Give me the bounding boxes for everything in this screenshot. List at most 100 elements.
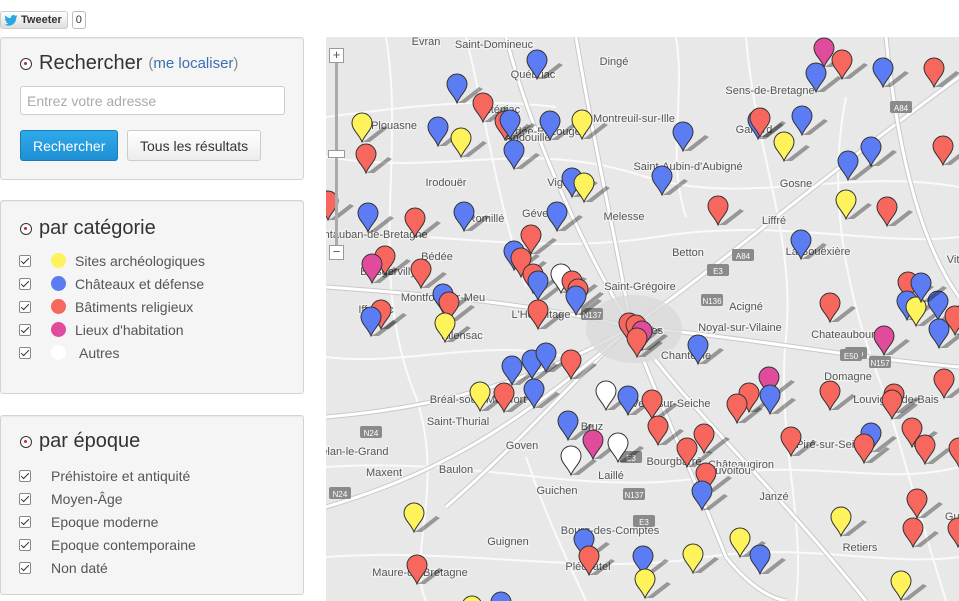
category-label: Sites archéologiques xyxy=(75,252,205,269)
map-marker[interactable] xyxy=(682,543,719,575)
map-marker[interactable] xyxy=(749,544,786,576)
epoch-item: Moyen-Âge xyxy=(19,487,196,510)
tweet-widget: Tweeter 0 xyxy=(0,11,86,29)
place-label: Chateaubourg xyxy=(811,329,881,341)
place-label: Goven xyxy=(506,440,538,452)
road-shield-label: E3 xyxy=(639,518,649,527)
place-label: Montreuil-sur-Ille xyxy=(593,113,675,125)
map-marker[interactable] xyxy=(357,202,394,234)
map-marker[interactable] xyxy=(759,384,796,416)
map-marker[interactable] xyxy=(914,434,951,466)
white-dot-icon xyxy=(51,345,66,360)
tweet-label: Tweeter xyxy=(21,14,62,26)
road-shield: E3 xyxy=(633,515,655,527)
map-marker[interactable] xyxy=(948,437,959,469)
target-icon xyxy=(20,57,32,70)
locate-wrapper: (me localiser) xyxy=(148,55,238,72)
category-checkbox[interactable] xyxy=(19,254,31,267)
place-label: Saint-Grégoire xyxy=(604,281,676,293)
epoch-checkbox[interactable] xyxy=(19,492,31,505)
map-marker[interactable] xyxy=(819,292,856,324)
zoom-in-button[interactable]: + xyxy=(329,48,344,63)
map-marker[interactable] xyxy=(355,143,392,175)
category-item: Lieux d'habitation xyxy=(19,318,205,341)
map-marker[interactable] xyxy=(641,389,678,421)
epoch-label: Epoque moderne xyxy=(51,513,159,530)
place-label: Plouasne xyxy=(371,120,417,132)
epoch-checkbox[interactable] xyxy=(19,538,31,551)
map-marker[interactable] xyxy=(947,517,959,549)
address-input[interactable] xyxy=(20,86,285,115)
place-label: Guignen xyxy=(487,536,529,548)
zoom-out-button[interactable]: − xyxy=(329,245,344,260)
place-label: Maxent xyxy=(366,467,402,479)
road-shield-label: A84 xyxy=(736,252,751,261)
epoch-label: Epoque contemporaine xyxy=(51,536,196,553)
map-marker[interactable] xyxy=(351,112,388,144)
twitter-bird-icon xyxy=(4,14,18,26)
search-button[interactable]: Rechercher xyxy=(20,130,119,161)
road-shield-label: A84 xyxy=(894,104,909,113)
map-marker[interactable] xyxy=(503,139,540,171)
category-checkbox[interactable] xyxy=(19,323,31,336)
map-marker[interactable] xyxy=(835,189,872,221)
locate-close-paren: ) xyxy=(233,55,239,72)
zoom-slider-handle[interactable] xyxy=(328,150,345,158)
map-marker[interactable] xyxy=(450,127,487,159)
map-marker[interactable] xyxy=(853,433,890,465)
map-marker[interactable] xyxy=(693,423,730,455)
map-marker[interactable] xyxy=(873,325,910,357)
locate-me-link[interactable]: me localiser xyxy=(153,55,233,72)
map-marker[interactable] xyxy=(906,488,943,520)
map-marker[interactable] xyxy=(406,554,443,586)
epoch-title: par époque xyxy=(39,430,141,452)
map-marker[interactable] xyxy=(819,380,856,412)
epoch-checkbox[interactable] xyxy=(19,561,31,574)
map-canvas[interactable]: Evran Saint-DomineucQuébriacDingéTinténia… xyxy=(326,37,959,601)
map-marker[interactable] xyxy=(791,105,828,137)
category-label: Lieux d'habitation xyxy=(75,321,184,338)
search-heading: Rechercher (me localiser) xyxy=(20,52,238,75)
map-marker[interactable] xyxy=(773,131,810,163)
map-marker[interactable] xyxy=(490,591,527,601)
map-marker[interactable] xyxy=(634,568,671,600)
map-marker[interactable] xyxy=(403,502,440,534)
map-marker[interactable] xyxy=(453,201,490,233)
map-marker[interactable] xyxy=(876,196,913,228)
road-shield: A84 xyxy=(732,249,754,261)
map-marker[interactable] xyxy=(860,136,897,168)
category-label: Châteaux et défense xyxy=(75,275,205,292)
map-marker[interactable] xyxy=(780,426,817,458)
map-marker[interactable] xyxy=(707,195,744,227)
category-checkbox[interactable] xyxy=(19,300,31,313)
target-icon xyxy=(20,222,32,235)
search-panel: Rechercher (me localiser) Rechercher Tou… xyxy=(0,37,304,180)
map-marker[interactable] xyxy=(872,57,909,89)
category-item: Sites archéologiques xyxy=(19,249,205,272)
pink-dot-icon xyxy=(51,322,66,337)
map-marker[interactable] xyxy=(672,121,709,153)
map-marker[interactable] xyxy=(830,506,867,538)
category-checkbox[interactable] xyxy=(19,277,31,290)
map-marker[interactable] xyxy=(691,480,728,512)
map-marker[interactable] xyxy=(527,299,564,331)
map-marker[interactable] xyxy=(560,349,597,381)
category-checkbox[interactable] xyxy=(19,346,31,359)
epoch-checkbox[interactable] xyxy=(19,515,31,528)
map-marker[interactable] xyxy=(932,135,959,167)
tweet-button[interactable]: Tweeter xyxy=(0,11,68,29)
epoch-checkbox[interactable] xyxy=(19,469,31,482)
map[interactable]: Evran Saint-Domineuc Québriac Dingé Tinténia… xyxy=(326,37,959,601)
road-shield: E3 xyxy=(707,264,729,276)
category-heading: par catégorie xyxy=(20,217,156,240)
category-list: Sites archéologiques Châteaux et défense… xyxy=(19,249,205,364)
map-marker[interactable] xyxy=(902,517,939,549)
all-results-button[interactable]: Tous les résultats xyxy=(127,130,262,161)
road-shield-label: N136 xyxy=(702,297,722,306)
map-marker[interactable] xyxy=(326,190,354,222)
map-marker[interactable] xyxy=(890,570,927,601)
place-label: Plélan-le-Grand xyxy=(326,446,389,458)
place-label: Acigné xyxy=(729,301,763,313)
yellow-dot-icon xyxy=(51,253,66,268)
map-marker[interactable] xyxy=(831,49,868,81)
